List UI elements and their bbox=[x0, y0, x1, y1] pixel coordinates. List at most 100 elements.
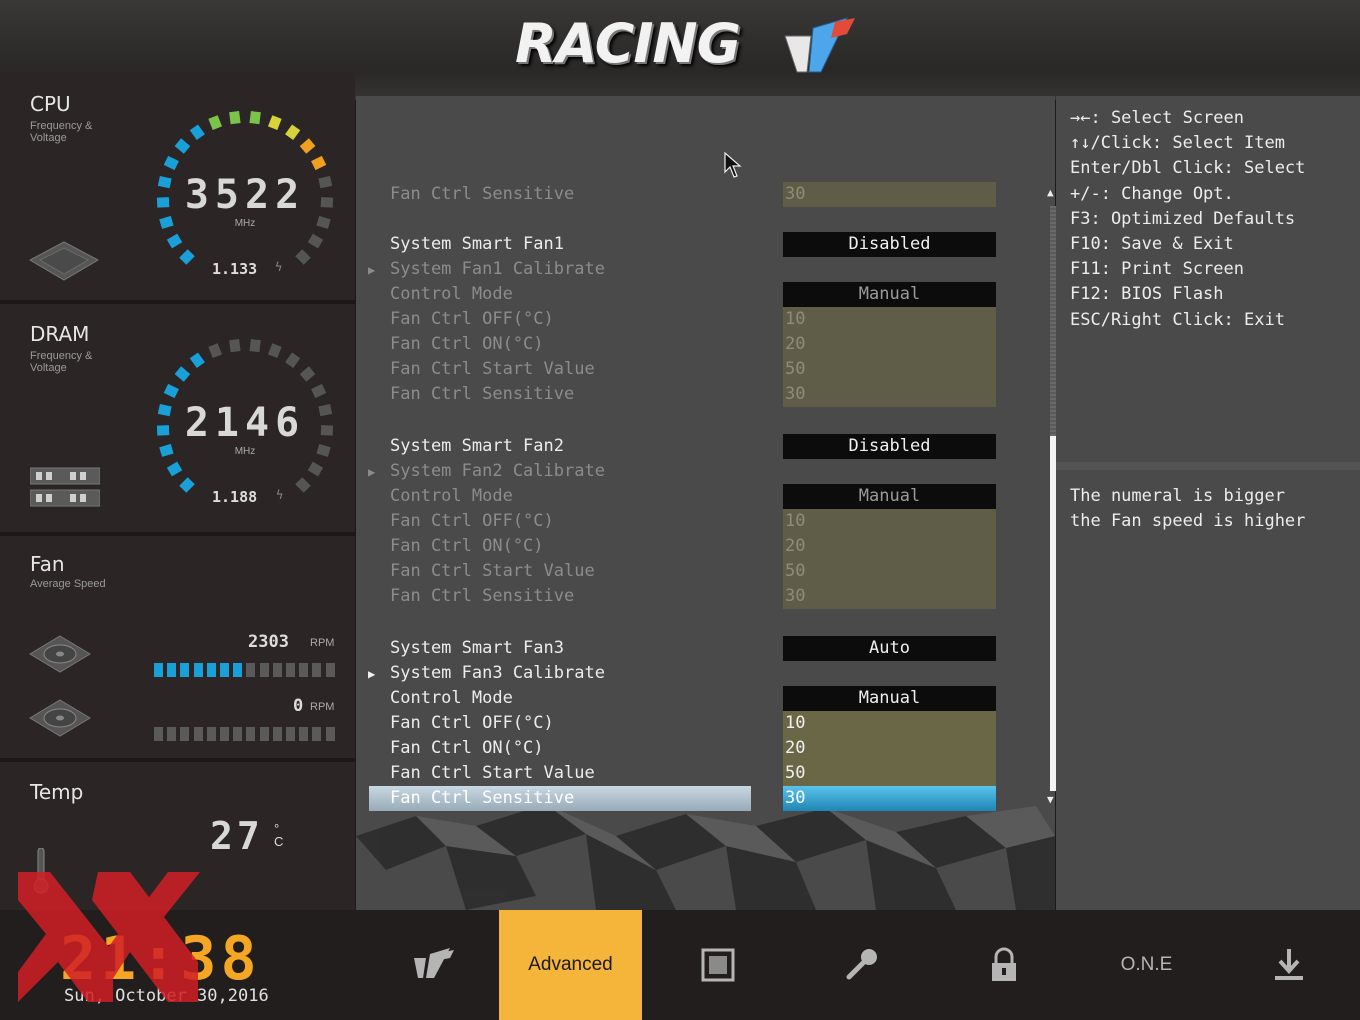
help-key-line: F12: BIOS Flash bbox=[1070, 284, 1224, 305]
setting-value[interactable]: 10 bbox=[783, 307, 996, 332]
setting-value[interactable]: Manual bbox=[783, 282, 996, 307]
setting-value[interactable]: Manual bbox=[783, 686, 996, 711]
gauge-segment bbox=[157, 176, 172, 189]
setting-row-label[interactable]: Fan Ctrl Sensitive bbox=[369, 786, 751, 811]
setting-row-label[interactable]: Fan Ctrl ON(°C) bbox=[390, 534, 730, 559]
setting-row-label[interactable]: Fan Ctrl Sensitive bbox=[390, 382, 730, 407]
nav-advanced-label: Advanced bbox=[528, 954, 613, 975]
setting-value[interactable]: 50 bbox=[783, 357, 996, 382]
setting-row-label[interactable]: Fan Ctrl Sensitive bbox=[390, 182, 730, 207]
setting-value[interactable]: 50 bbox=[783, 761, 996, 786]
cpu-title: CPU bbox=[30, 92, 71, 116]
help-key-line: ↑↓/Click: Select Item bbox=[1070, 133, 1285, 154]
sidebar: CPU Frequency & Voltage 3522 MHz 1.133 ϟ… bbox=[0, 72, 355, 910]
setting-value[interactable]: 20 bbox=[783, 332, 996, 357]
fan-bar-segment bbox=[167, 663, 177, 677]
setting-value[interactable]: Auto bbox=[783, 636, 996, 661]
setting-row-label[interactable]: System Fan1 Calibrate bbox=[390, 257, 730, 282]
cpu-unit: MHz bbox=[234, 218, 256, 229]
help-description-line1: The numeral is bigger bbox=[1070, 486, 1285, 506]
setting-value[interactable]: 20 bbox=[783, 534, 996, 559]
setting-value[interactable]: 30 bbox=[783, 182, 996, 207]
setting-value[interactable]: Disabled bbox=[783, 434, 996, 459]
fan-bar-segment bbox=[272, 727, 282, 741]
setting-row-label[interactable]: Fan Ctrl OFF(°C) bbox=[390, 711, 730, 736]
dram-frequency: 2146 bbox=[184, 400, 306, 446]
scroll-up-icon[interactable]: ▲ bbox=[1047, 186, 1054, 199]
fan-bar-segment bbox=[272, 663, 282, 677]
submenu-arrow-icon: ▶ bbox=[368, 263, 376, 277]
setting-row-label[interactable]: Fan Ctrl OFF(°C) bbox=[390, 509, 730, 534]
temp-title: Temp bbox=[30, 780, 84, 804]
setting-row-label[interactable]: Fan Ctrl Start Value bbox=[390, 357, 730, 382]
setting-row-label[interactable]: Fan Ctrl ON(°C) bbox=[390, 332, 730, 357]
dram-panel: DRAM Frequency & Voltage 2146 MHz 1.188 … bbox=[0, 304, 355, 532]
fan-bar-segment bbox=[259, 727, 269, 741]
lock-icon bbox=[991, 947, 1016, 981]
submenu-arrow-icon: ▶ bbox=[368, 465, 376, 479]
gauge-segment bbox=[299, 366, 316, 382]
fan2-speed-bar bbox=[154, 727, 338, 741]
nav-exit[interactable] bbox=[1217, 910, 1360, 1020]
fan2-rpm: 0 bbox=[293, 696, 304, 716]
fan-bar-segment bbox=[220, 727, 229, 741]
fan1-rpm: 2303 bbox=[248, 632, 289, 652]
fan-bar-segment bbox=[206, 663, 216, 677]
nav-one[interactable]: O.N.E bbox=[1075, 910, 1218, 1020]
nav-tools[interactable] bbox=[789, 910, 932, 1020]
setting-value[interactable]: 10 bbox=[783, 711, 996, 736]
setting-row-label[interactable]: Control Mode bbox=[390, 484, 730, 509]
setting-row-label[interactable]: System Smart Fan1 bbox=[390, 232, 730, 257]
setting-row-label[interactable]: Control Mode bbox=[390, 282, 730, 307]
gauge-segment bbox=[311, 383, 327, 399]
logo-text: RACING bbox=[515, 12, 741, 75]
setting-value[interactable]: 10 bbox=[783, 509, 996, 534]
setting-value[interactable]: Disabled bbox=[783, 232, 996, 257]
gauge-segment bbox=[311, 155, 327, 171]
help-panel: →←: Select Screen ↑↓/Click: Select Item En… bbox=[1056, 96, 1360, 910]
setting-row-label[interactable]: Fan Ctrl Start Value bbox=[390, 761, 730, 786]
nav-racing-logo[interactable] bbox=[361, 910, 504, 1020]
fan-bar-segment bbox=[220, 663, 229, 677]
fan-bar-segment bbox=[233, 663, 243, 677]
nav-security[interactable] bbox=[932, 910, 1075, 1020]
setting-value[interactable]: 30 bbox=[783, 382, 996, 407]
setting-value[interactable]: Manual bbox=[783, 484, 996, 509]
cpu-chip-icon bbox=[28, 241, 100, 281]
scroll-down-icon[interactable]: ▼ bbox=[1047, 793, 1054, 806]
nav-chipset[interactable] bbox=[646, 910, 789, 1020]
gauge-segment bbox=[174, 366, 191, 382]
setting-row-label[interactable]: System Smart Fan2 bbox=[390, 434, 730, 459]
dram-title: DRAM bbox=[30, 322, 90, 346]
fan2-icon bbox=[29, 699, 91, 737]
cpu-frequency: 3522 bbox=[184, 172, 306, 218]
setting-row-label[interactable]: Fan Ctrl ON(°C) bbox=[390, 736, 730, 761]
setting-row-label[interactable]: System Fan2 Calibrate bbox=[390, 459, 730, 484]
setting-row-label[interactable]: Control Mode bbox=[390, 686, 730, 711]
setting-value[interactable]: 20 bbox=[783, 736, 996, 761]
setting-value[interactable]: 50 bbox=[783, 559, 996, 584]
fan-bar-segment bbox=[325, 727, 335, 741]
gauge-segment bbox=[174, 138, 191, 154]
setting-value[interactable]: 30 bbox=[783, 786, 996, 811]
setting-row-label[interactable]: Fan Ctrl OFF(°C) bbox=[390, 307, 730, 332]
setting-row-label[interactable]: Fan Ctrl Start Value bbox=[390, 559, 730, 584]
gauge-segment bbox=[249, 339, 261, 353]
fan-bar-segment bbox=[167, 727, 177, 741]
help-key-line: F3: Optimized Defaults bbox=[1070, 208, 1296, 229]
setting-value[interactable]: 30 bbox=[783, 584, 996, 609]
help-key-line: →←: Select Screen bbox=[1070, 108, 1244, 128]
lightning-icon: ϟ bbox=[275, 260, 283, 274]
gauge-segment bbox=[285, 352, 301, 369]
tool-icon bbox=[846, 949, 877, 980]
nav-advanced[interactable]: Advanced bbox=[499, 910, 642, 1020]
gauge-segment bbox=[166, 461, 183, 477]
fan-bar-segment bbox=[286, 663, 295, 677]
gauge-segment bbox=[189, 124, 205, 141]
submenu-arrow-icon: ▶ bbox=[368, 667, 376, 681]
fan1-speed-bar bbox=[154, 663, 338, 677]
setting-row-label[interactable]: Fan Ctrl Sensitive bbox=[390, 584, 730, 609]
setting-row-label[interactable]: System Smart Fan3 bbox=[390, 636, 730, 661]
setting-row-label[interactable]: System Fan3 Calibrate bbox=[390, 661, 730, 686]
gauge-segment bbox=[299, 138, 316, 154]
